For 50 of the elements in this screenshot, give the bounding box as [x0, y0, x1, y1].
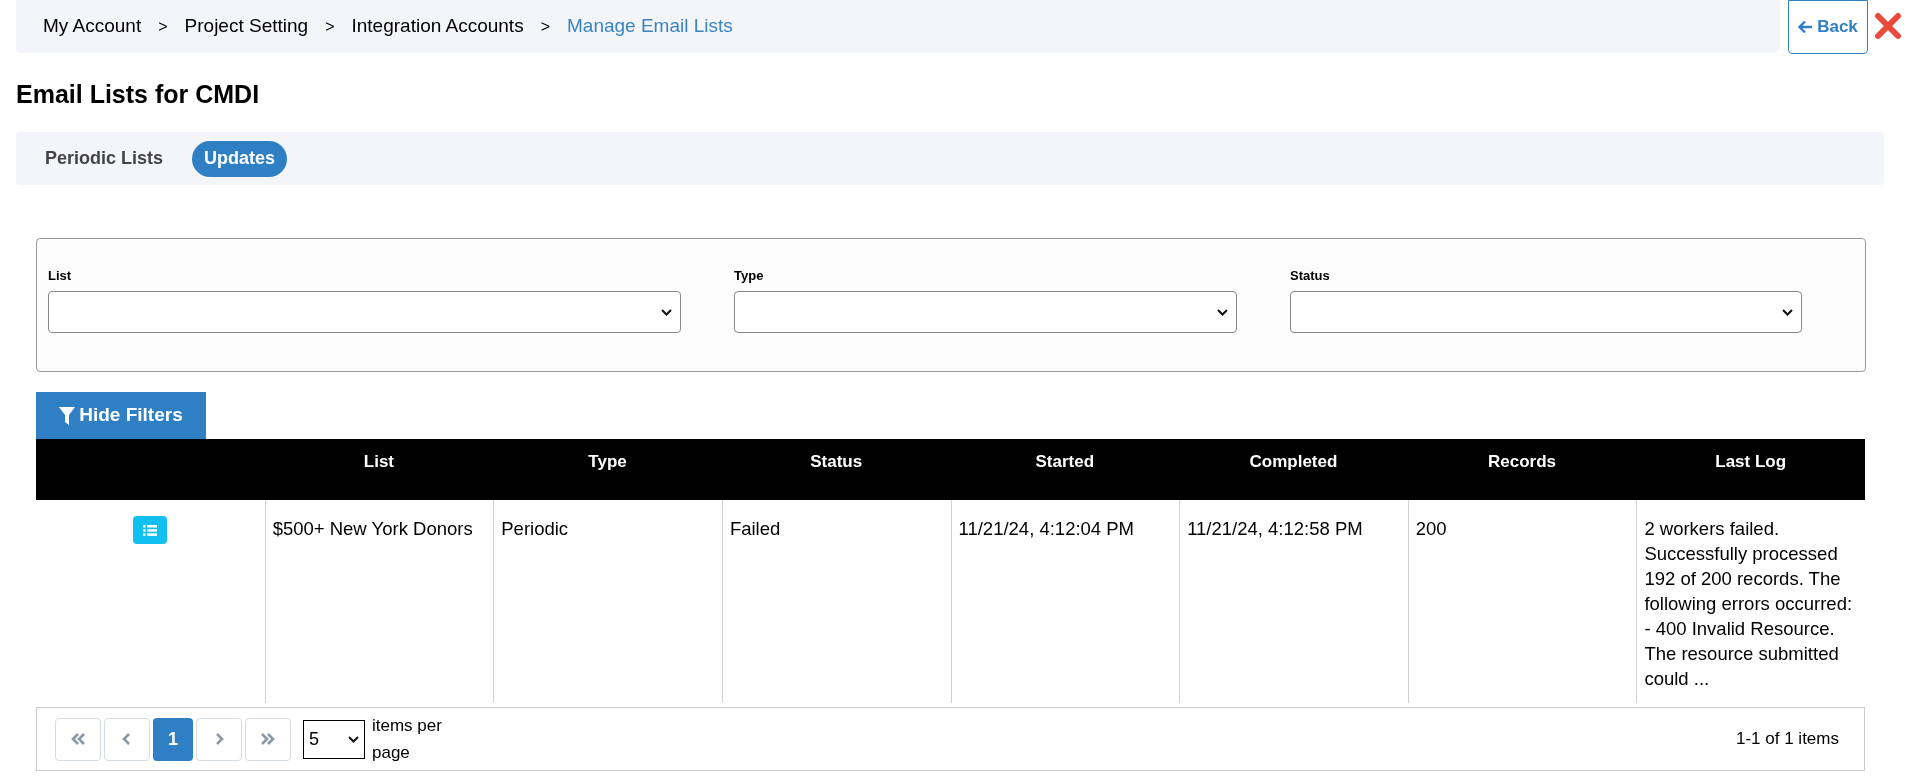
double-chevron-left-icon: [70, 733, 86, 745]
first-page-button[interactable]: [55, 717, 101, 761]
breadcrumb-link[interactable]: Project Setting: [184, 12, 309, 41]
table-cell-text: 11/21/24, 4:12:04 PM: [958, 517, 1136, 541]
select-field[interactable]: [734, 291, 1237, 333]
table-cell-text: Failed: [729, 517, 782, 541]
chevron-down-icon: [661, 308, 672, 316]
page-size-select[interactable]: 5: [303, 719, 365, 759]
column-header[interactable]: Status: [810, 452, 863, 471]
breadcrumb-separator: >: [325, 16, 335, 37]
breadcrumb-link[interactable]: Integration Accounts: [351, 12, 524, 41]
breadcrumb-link[interactable]: Manage Email Lists: [567, 12, 733, 41]
filter-label: List: [48, 267, 73, 285]
table-cell-text: 200: [1415, 517, 1448, 541]
breadcrumb-separator: >: [158, 16, 168, 37]
column-header[interactable]: Last Log: [1715, 452, 1787, 471]
select-field[interactable]: [1290, 291, 1802, 333]
list-button[interactable]: [133, 516, 168, 544]
filter-icon: [59, 406, 76, 425]
table-cell-text: 11/21/24, 4:12:58 PM: [1187, 517, 1364, 541]
column-header[interactable]: Completed: [1249, 452, 1338, 471]
breadcrumb-separator: >: [540, 16, 550, 37]
chevron-down-icon: [348, 735, 359, 743]
column-header[interactable]: Type: [588, 452, 627, 471]
arrow-left-icon: [1798, 20, 1814, 34]
page-button[interactable]: 1: [153, 717, 193, 761]
table-cell-text: $500+ New York Donors: [272, 517, 474, 541]
column-header[interactable]: Started: [1035, 452, 1095, 471]
close-icon[interactable]: [1874, 12, 1902, 40]
filter-label: Status: [1290, 267, 1331, 285]
table-cell-text: 2 workers failed. Successfully processed 192 of 200 records. The following errors occurred: - 400 Invalid Resource. The resource submitted could ...: [1644, 517, 1854, 691]
breadcrumb-link[interactable]: My Account: [43, 12, 142, 41]
back-button[interactable]: Back: [1788, 0, 1868, 54]
page-title: Email Lists for CMDI: [16, 79, 261, 110]
column-header[interactable]: Records: [1488, 452, 1557, 471]
chevron-down-icon: [1782, 308, 1793, 316]
last-page-button[interactable]: [245, 717, 291, 761]
table-cell-text: Periodic: [501, 517, 570, 541]
pager-summary: 1-1 of 1 items: [1736, 728, 1839, 751]
hide-filters-button[interactable]: Hide Filters: [36, 392, 206, 439]
previous-page-button[interactable]: [104, 717, 150, 761]
column-header[interactable]: List: [363, 452, 395, 471]
tab[interactable]: Updates: [192, 140, 288, 177]
double-chevron-right-icon: [260, 733, 276, 745]
select-field[interactable]: [48, 291, 681, 333]
page-size-label: items per page: [372, 715, 443, 764]
list-icon: [143, 524, 158, 536]
tab[interactable]: Periodic Lists: [35, 140, 174, 177]
chevron-down-icon: [1217, 308, 1228, 316]
filter-label: Type: [734, 267, 765, 285]
